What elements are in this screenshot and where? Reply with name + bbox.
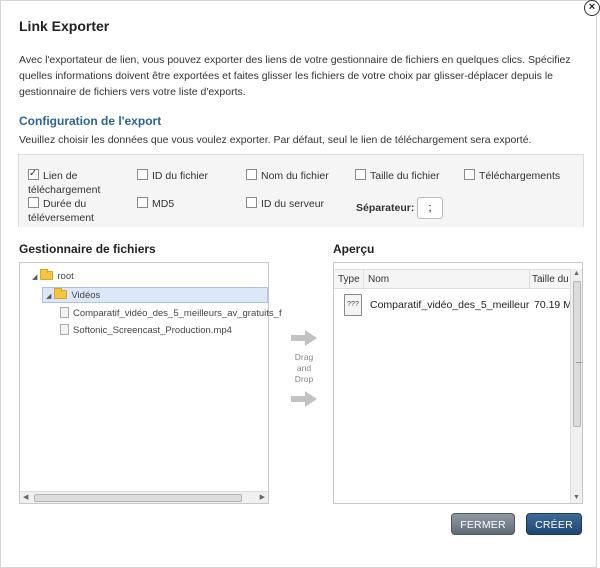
checkbox-icon[interactable]: [137, 197, 148, 208]
scroll-up-icon[interactable]: ▲: [573, 270, 580, 277]
export-options-panel: Lien de téléchargement ID du fichier Nom…: [18, 154, 584, 227]
option-label: ID du serveur: [261, 198, 325, 210]
preview-title: Aperçu: [333, 242, 375, 256]
checkbox-icon[interactable]: [137, 169, 148, 180]
close-icon[interactable]: ×: [584, 0, 600, 16]
separator-input[interactable]: [417, 197, 443, 219]
option-download-link[interactable]: Lien de téléchargement: [28, 167, 128, 197]
scroll-down-icon[interactable]: ▼: [573, 494, 580, 501]
column-header-type[interactable]: Type: [338, 274, 360, 285]
grid-header: Type Nom Taille du: [334, 269, 570, 289]
option-file-id[interactable]: ID du fichier: [137, 169, 208, 183]
tree-file-label: Softonic_Screencast_Production.mp4: [73, 325, 232, 336]
option-downloads[interactable]: Téléchargements: [464, 169, 560, 183]
scroll-right-icon[interactable]: ▶: [260, 493, 265, 501]
drag-drop-word: and: [296, 363, 312, 373]
checkbox-icon[interactable]: [464, 169, 475, 180]
option-label: MD5: [152, 198, 175, 210]
table-row[interactable]: ??? Comparatif_vidéo_des_5_meilleurs 70.…: [334, 290, 570, 320]
expand-caret-icon[interactable]: ◢: [46, 293, 51, 300]
option-upload-duration[interactable]: Durée du téléversement: [28, 197, 108, 225]
checkbox-icon[interactable]: [28, 197, 39, 208]
tree-folder-label: Vidéos: [71, 290, 101, 301]
separator-label: Séparateur:: [356, 202, 415, 214]
tree-file-item[interactable]: Comparatif_vidéo_des_5_meilleurs_av_grat…: [60, 307, 282, 319]
file-icon: [60, 324, 69, 335]
checkbox-icon[interactable]: [246, 169, 257, 180]
option-md5[interactable]: MD5: [137, 197, 174, 211]
folder-icon: [40, 269, 54, 280]
expand-caret-icon[interactable]: ◢: [32, 274, 37, 281]
column-header-name[interactable]: Nom: [368, 274, 389, 285]
scrollbar-thumb[interactable]: [573, 281, 582, 427]
option-label: ID du fichier: [152, 170, 209, 182]
tree-horizontal-scrollbar[interactable]: ◀ ▶: [20, 491, 268, 503]
create-button[interactable]: CRÉER: [526, 513, 582, 535]
config-section-description: Veuillez choisir les données que vous vo…: [19, 134, 532, 146]
option-server-id[interactable]: ID du serveur: [246, 197, 324, 211]
tree-root-label: root: [57, 271, 74, 282]
scroll-left-icon[interactable]: ◀: [23, 493, 28, 501]
preview-vertical-scrollbar[interactable]: ▲ ▼: [570, 269, 582, 503]
scrollbar-grip: [576, 362, 582, 363]
option-label: Téléchargements: [479, 170, 561, 182]
dialog-title: Link Exporter: [19, 18, 110, 34]
close-button[interactable]: FERMER: [451, 513, 515, 535]
tree-file-item[interactable]: Softonic_Screencast_Production.mp4: [60, 324, 232, 336]
column-header-size[interactable]: Taille du: [532, 274, 569, 285]
option-label: Nom du fichier: [261, 170, 329, 182]
scrollbar-thumb[interactable]: [34, 494, 242, 502]
preview-grid[interactable]: Type Nom Taille du ??? Comparatif_vidéo_…: [333, 262, 583, 504]
unknown-file-icon: ???: [344, 294, 362, 316]
folder-icon: [54, 288, 68, 299]
checkbox-icon[interactable]: [355, 169, 366, 180]
drag-drop-word: Drag: [294, 352, 314, 362]
drag-drop-word: Drop: [294, 374, 314, 384]
tree-root[interactable]: ◢ root: [32, 269, 74, 282]
tree-folder-videos[interactable]: ◢ Vidéos: [46, 288, 101, 301]
file-manager-tree[interactable]: ◢ root ◢ Vidéos Comparatif_vidéo_des_5_mei…: [19, 262, 282, 504]
option-file-name[interactable]: Nom du fichier: [246, 169, 329, 183]
option-file-size[interactable]: Taille du fichier: [355, 169, 439, 183]
arrow-right-icon: [291, 391, 317, 407]
checkbox-icon[interactable]: [246, 197, 257, 208]
option-label: Taille du fichier: [370, 170, 440, 182]
column-divider[interactable]: [529, 270, 530, 289]
drag-drop-hint: Drag and Drop: [287, 330, 321, 407]
file-icon: [60, 307, 69, 318]
config-section-title: Configuration de l'export: [19, 114, 162, 128]
column-divider[interactable]: [363, 270, 364, 289]
row-file-name: Comparatif_vidéo_des_5_meilleurs: [370, 299, 530, 311]
tree-file-label: Comparatif_vidéo_des_5_meilleurs_av_grat…: [73, 308, 282, 319]
checkbox-icon[interactable]: [28, 167, 39, 181]
arrow-right-icon: [291, 330, 317, 346]
file-manager-title: Gestionnaire de fichiers: [19, 242, 156, 256]
link-exporter-dialog: Link Exporter Avec l'exportateur de lien…: [0, 0, 597, 568]
row-file-size: 70.19 M: [534, 299, 570, 311]
intro-text: Avec l'exportateur de lien, vous pouvez …: [19, 54, 571, 98]
